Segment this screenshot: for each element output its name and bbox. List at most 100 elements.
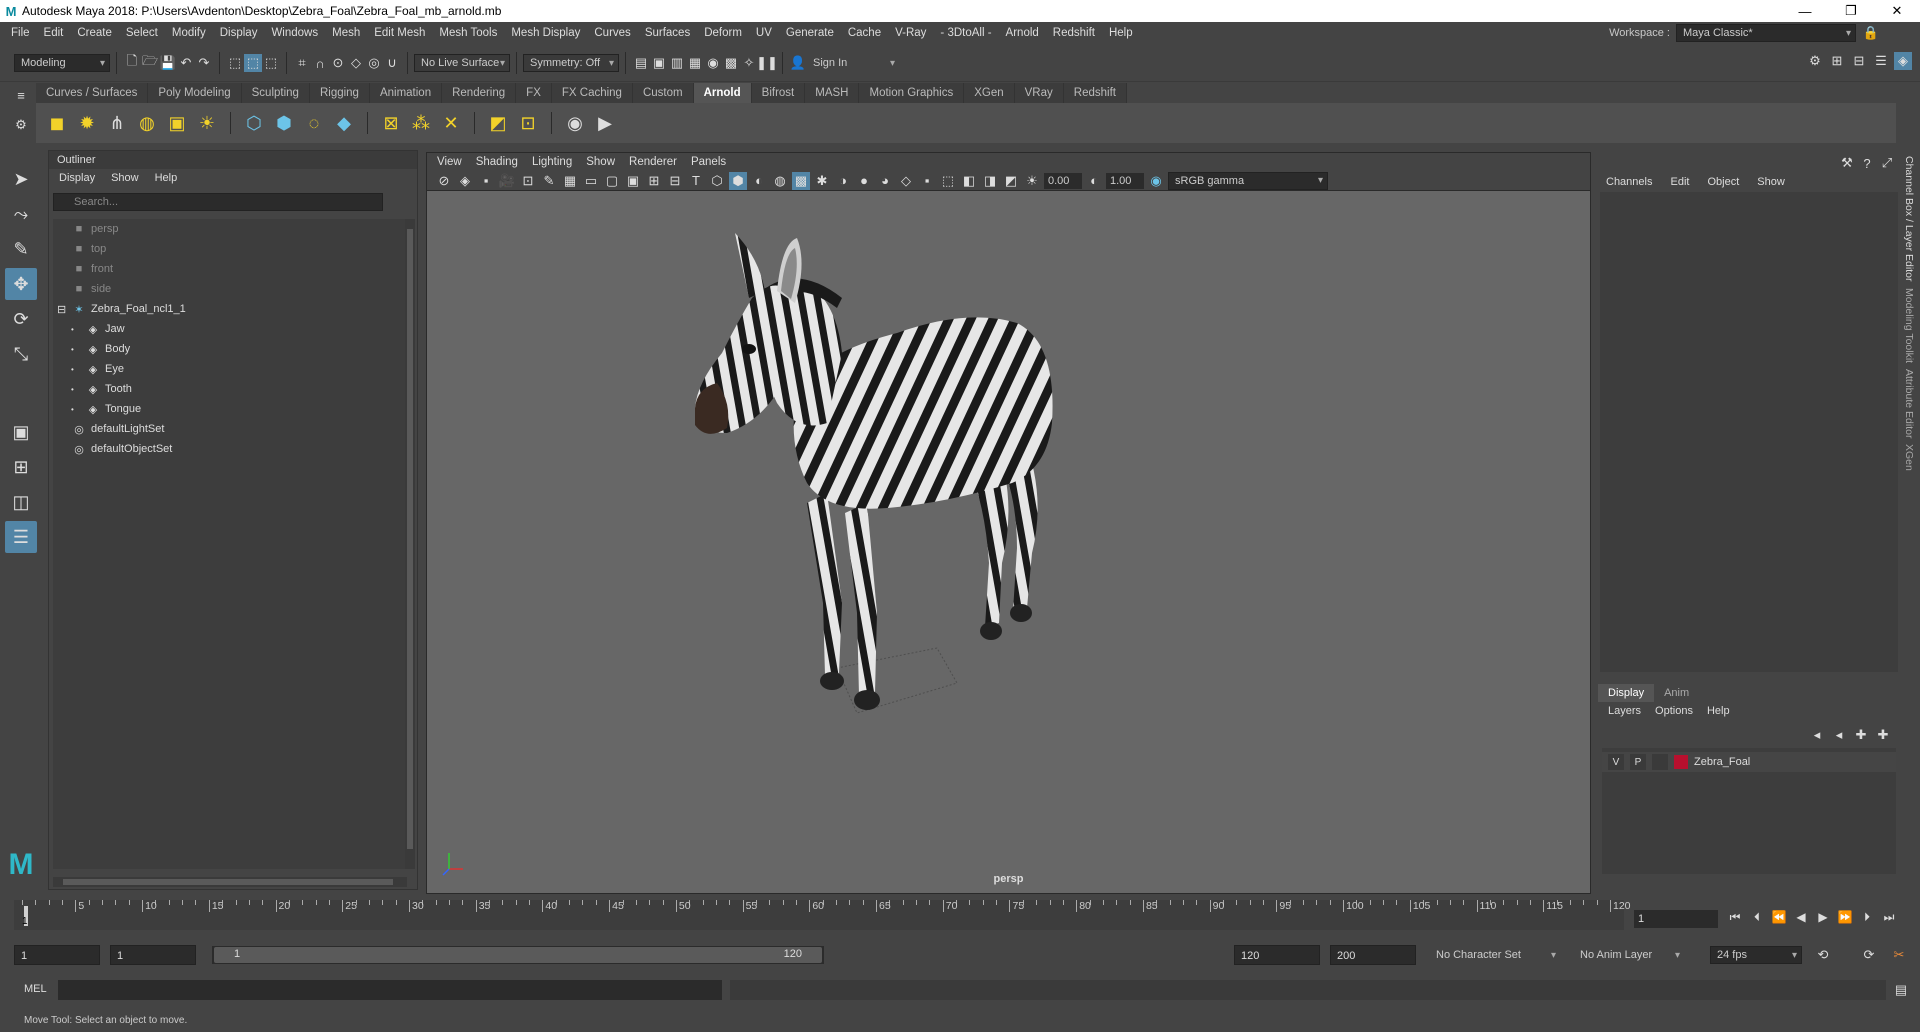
outliner-item[interactable]: ■ top — [53, 239, 407, 259]
gamma-icon[interactable]: ◐ — [1085, 172, 1103, 190]
render-setup-icon[interactable]: ▩ — [722, 54, 740, 72]
x-ray-joints-icon[interactable]: ◩ — [1002, 172, 1020, 190]
x-ray-active-icon[interactable]: ◨ — [981, 172, 999, 190]
channel-box-menu-channels[interactable]: Channels — [1606, 176, 1652, 188]
render-icon[interactable]: ▶ — [592, 110, 618, 136]
rotate-tool-icon[interactable]: ⟳ — [5, 303, 37, 335]
shelf-tab-rendering[interactable]: Rendering — [442, 83, 517, 103]
new-layer-icon[interactable]: ✚ — [1852, 726, 1870, 744]
viewport-menu-show[interactable]: Show — [586, 156, 615, 168]
undo-icon[interactable]: ↶ — [177, 54, 195, 72]
single-perspective-layout-icon[interactable]: ▣ — [5, 416, 37, 448]
tool-settings-icon[interactable]: ⊟ — [1850, 52, 1868, 70]
export-standin-icon[interactable]: ⬢ — [271, 110, 297, 136]
layer-menu-options[interactable]: Options — [1655, 705, 1693, 717]
anim-layer-dropdown[interactable]: No Anim Layer — [1574, 946, 1684, 964]
x-ray-icon[interactable]: ◧ — [960, 172, 978, 190]
layer-editor-icon[interactable]: ◈ — [1894, 52, 1912, 70]
close-button[interactable]: ✕ — [1874, 0, 1920, 22]
menu-generate[interactable]: Generate — [779, 27, 841, 39]
grid-icon[interactable]: ▦ — [561, 172, 579, 190]
scale-tool-icon[interactable]: ⤡ — [5, 338, 37, 370]
viewport-menu-shading[interactable]: Shading — [476, 156, 518, 168]
channel-box-pin-icon[interactable]: ⤢ — [1878, 154, 1896, 172]
menu-file[interactable]: File — [4, 27, 37, 39]
hypershade-icon[interactable]: ◉ — [704, 54, 722, 72]
range-slider-handle[interactable] — [214, 947, 822, 963]
anti-aliasing-icon[interactable]: ◇ — [897, 172, 915, 190]
shelf-gear-icon[interactable]: ⚙ — [12, 116, 30, 134]
menu-redshift[interactable]: Redshift — [1046, 27, 1102, 39]
side-tab-attribute-editor[interactable]: Attribute Editor — [1903, 369, 1915, 438]
menu-arnold[interactable]: Arnold — [999, 27, 1046, 39]
resolution-gate-icon[interactable]: ▢ — [603, 172, 621, 190]
texture-manager-icon[interactable]: ⁂ — [408, 110, 434, 136]
playback-start-field[interactable]: 1 — [110, 945, 196, 965]
select-tool-icon[interactable]: ➤ — [5, 163, 37, 195]
select-object-icon[interactable]: ⬚ — [244, 54, 262, 72]
script-editor-icon[interactable]: ▤ — [1892, 981, 1910, 999]
depth-of-field-icon[interactable]: ▪ — [918, 172, 936, 190]
standin-icon[interactable]: ⬡ — [241, 110, 267, 136]
outliner-item[interactable]: ◎ defaultObjectSet — [53, 439, 407, 459]
maximize-button[interactable]: ❐ — [1828, 0, 1874, 22]
viewport-menu-lighting[interactable]: Lighting — [532, 156, 572, 168]
outliner-search-input[interactable]: Search... — [53, 193, 383, 211]
textured-icon[interactable]: ▩ — [792, 171, 810, 190]
symmetry-dropdown[interactable]: Symmetry: Off — [523, 54, 619, 72]
anim-prefs-icon[interactable]: ✂ — [1890, 946, 1908, 964]
menu-help[interactable]: Help — [1102, 27, 1140, 39]
operators-icon[interactable]: ⊡ — [515, 110, 541, 136]
render-settings-icon[interactable]: ▦ — [686, 54, 704, 72]
layer-row[interactable]: V P Zebra_Foal — [1602, 752, 1896, 772]
lock-icon[interactable]: 🔒 — [1862, 24, 1880, 42]
outliner-scrollbar[interactable] — [405, 219, 415, 869]
menu-select[interactable]: Select — [119, 27, 165, 39]
viewport-menu-view[interactable]: View — [437, 156, 462, 168]
layer-menu-help[interactable]: Help — [1707, 705, 1730, 717]
menu-windows[interactable]: Windows — [264, 27, 325, 39]
exposure-field[interactable]: 0.00 — [1044, 172, 1082, 189]
two-d-pan-icon[interactable]: ⊡ — [519, 172, 537, 190]
motion-blur-icon[interactable]: ◕ — [876, 172, 894, 190]
snap-point-icon[interactable]: ⊙ — [329, 54, 347, 72]
side-tab-channel-box[interactable]: Channel Box / Layer Editor — [1903, 156, 1915, 282]
menu-mesh-display[interactable]: Mesh Display — [504, 27, 587, 39]
menu-3dtoall[interactable]: - 3DtoAll - — [933, 27, 998, 39]
gate-mask-icon[interactable]: ▣ — [624, 172, 642, 190]
render-frame-icon[interactable]: ▣ — [650, 54, 668, 72]
outliner-item[interactable]: ◎ defaultLightSet — [53, 419, 407, 439]
menu-edit-mesh[interactable]: Edit Mesh — [367, 27, 432, 39]
menu-deform[interactable]: Deform — [697, 27, 749, 39]
shelf-tab-vray[interactable]: VRay — [1014, 83, 1064, 103]
range-slider[interactable]: 1 120 — [212, 946, 824, 964]
render-view-icon[interactable]: ◉ — [562, 110, 588, 136]
move-layer-up-icon[interactable]: ◂ — [1808, 726, 1826, 744]
animation-start-field[interactable]: 1 — [14, 945, 100, 965]
shelf-tab-xgen[interactable]: XGen — [964, 83, 1015, 103]
shadows-icon[interactable]: ◑ — [834, 172, 852, 190]
live-surface-field[interactable]: No Live Surface — [414, 54, 510, 72]
menu-curves[interactable]: Curves — [587, 27, 637, 39]
save-scene-icon[interactable]: 💾 — [159, 54, 177, 72]
menu-mesh[interactable]: Mesh — [325, 27, 367, 39]
move-layer-down-icon[interactable]: ◂ — [1830, 726, 1848, 744]
four-view-layout-icon[interactable]: ⊞ — [5, 451, 37, 483]
skydome-light-icon[interactable]: ◍ — [134, 110, 160, 136]
select-camera-icon[interactable]: ⊘ — [435, 172, 453, 190]
playback-end-field[interactable]: 120 — [1234, 945, 1320, 965]
mel-label[interactable]: MEL — [24, 983, 47, 995]
shelf-tab-fx-caching[interactable]: FX Caching — [551, 83, 633, 103]
new-scene-icon[interactable]: 🗋 — [123, 53, 141, 72]
modeling-toolkit-icon[interactable]: ⚙ — [1806, 52, 1824, 70]
menu-mesh-tools[interactable]: Mesh Tools — [432, 27, 504, 39]
grease-pencil-icon[interactable]: ✎ — [540, 172, 558, 190]
open-scene-icon[interactable]: 🗁 — [141, 53, 159, 72]
snap-grid-icon[interactable]: ⌗ — [293, 54, 311, 72]
light-manager-icon[interactable]: ◩ — [485, 110, 511, 136]
snap-curve-icon[interactable]: ∩ — [311, 54, 329, 72]
shelf-tab-redshift[interactable]: Redshift — [1063, 83, 1127, 103]
bookmarks-icon[interactable]: ▪ — [477, 172, 495, 190]
paint-select-tool-icon[interactable]: ✎ — [5, 233, 37, 265]
step-forward-frame-icon[interactable]: ⏵ — [1858, 908, 1876, 926]
